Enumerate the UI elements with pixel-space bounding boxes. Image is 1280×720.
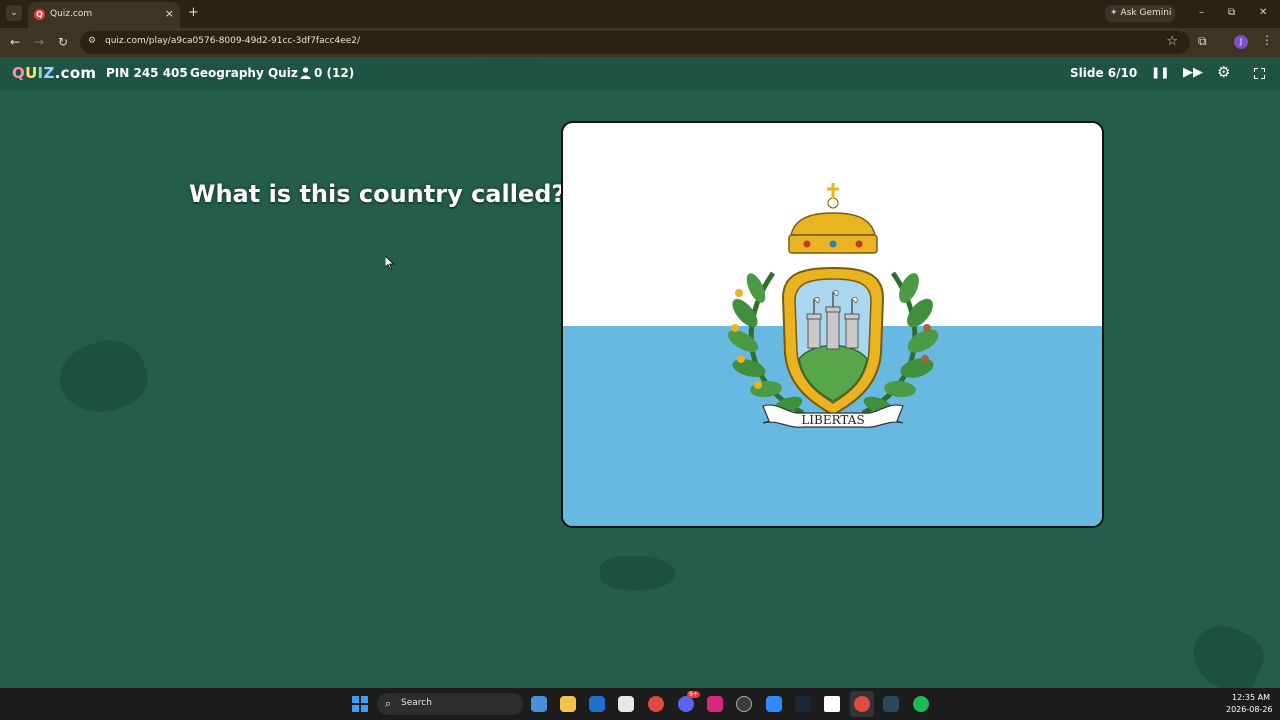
chrome-active-icon[interactable]: [854, 696, 870, 712]
address-bar[interactable]: ⚙ quiz.com/play/a9ca0576-8009-49d2-91cc-…: [80, 31, 1190, 54]
fullscreen-icon[interactable]: [1254, 68, 1265, 79]
quiz-title: Geography Quiz: [190, 66, 298, 80]
skip-forward-icon[interactable]: ▶▶: [1183, 65, 1203, 81]
zoom-icon[interactable]: [766, 696, 782, 712]
discord-icon[interactable]: 9+: [678, 691, 700, 712]
more-vert-icon[interactable]: ⋮: [1261, 33, 1273, 47]
windows-start-icon[interactable]: [352, 696, 368, 712]
mouse-cursor-icon: [385, 256, 395, 270]
url-text[interactable]: quiz.com/play/a9ca0576-8009-49d2-91cc-3d…: [105, 36, 360, 46]
outlook-icon[interactable]: [589, 696, 605, 712]
profile-avatar[interactable]: J: [1234, 35, 1248, 49]
san-marino-flag: LIBERTAS: [563, 123, 1102, 526]
player-count: 0 (12): [314, 66, 355, 80]
chrome-icon[interactable]: [648, 696, 664, 712]
store-icon[interactable]: [618, 696, 634, 712]
forward-arrow-icon[interactable]: →: [34, 35, 44, 49]
instagram-icon[interactable]: [707, 696, 723, 712]
browser-toolbar: ← → ↻ ⚙ quiz.com/play/a9ca0576-8009-49d2…: [0, 28, 1280, 57]
search-icon: ⌕: [385, 697, 392, 710]
person-icon: [300, 67, 311, 79]
browser-tab-bar: ⌄ Q Quiz.com × + ✦ Ask Gemini – ⧉ ✕: [0, 0, 1280, 28]
spotify-icon[interactable]: [913, 696, 929, 712]
new-tab-button[interactable]: +: [188, 6, 199, 20]
puzzle-icon[interactable]: ⧉: [1198, 34, 1207, 49]
tab-close-icon[interactable]: ×: [165, 8, 174, 20]
pause-icon[interactable]: ❚❚: [1151, 65, 1169, 81]
flag-image-card: LIBERTAS: [561, 121, 1104, 528]
photos-icon[interactable]: [531, 696, 547, 712]
back-arrow-icon[interactable]: ←: [10, 35, 20, 49]
close-window-button[interactable]: ✕: [1259, 7, 1267, 19]
settings-gear-icon[interactable]: ⚙: [1217, 65, 1230, 80]
question-text: What is this country called?: [189, 180, 566, 208]
tab-title: Quiz.com: [50, 9, 93, 19]
game-pin: PIN 245 405: [106, 66, 188, 80]
taskbar-search-placeholder: Search: [401, 698, 432, 708]
gemini-sparkle-icon: ✦: [1110, 8, 1118, 18]
background-blob: [600, 556, 676, 590]
motto-text: LIBERTAS: [801, 413, 864, 427]
messenger-icon[interactable]: [824, 696, 840, 712]
notification-badge: 9+: [687, 691, 700, 698]
restore-button[interactable]: ⧉: [1228, 7, 1235, 19]
site-info-icon[interactable]: ⚙: [88, 36, 96, 46]
tab-list-button[interactable]: ⌄: [6, 5, 22, 21]
ask-gemini-label: Ask Gemini: [1120, 8, 1172, 18]
quiz-favicon-icon: Q: [34, 9, 45, 20]
steam-2-icon[interactable]: [883, 696, 899, 712]
browser-tab[interactable]: Q Quiz.com ×: [28, 2, 180, 28]
clock-time[interactable]: 12:35 AM: [1232, 693, 1270, 702]
background-blob: [470, 57, 550, 89]
quiz-logo[interactable]: QUIZ.com: [12, 64, 96, 82]
quiz-header: QUIZ.com PIN 245 405 Geography Quiz 0 (1…: [0, 57, 1280, 90]
background-blob: [50, 329, 156, 425]
steam-icon[interactable]: [795, 696, 811, 712]
minimize-button[interactable]: –: [1199, 7, 1204, 19]
star-icon[interactable]: ☆: [1166, 34, 1178, 49]
windows-taskbar: ⌕ Search 9+: [0, 688, 1280, 720]
ask-gemini-button[interactable]: ✦ Ask Gemini: [1105, 5, 1175, 22]
file-explorer-icon[interactable]: [560, 696, 576, 712]
copilot-icon[interactable]: [736, 696, 752, 712]
slide-counter: Slide 6/10: [1070, 66, 1138, 80]
clock-date[interactable]: 2026-08-26: [1226, 705, 1273, 714]
reload-icon[interactable]: ↻: [58, 35, 68, 49]
taskbar-search[interactable]: ⌕ Search: [377, 693, 523, 715]
